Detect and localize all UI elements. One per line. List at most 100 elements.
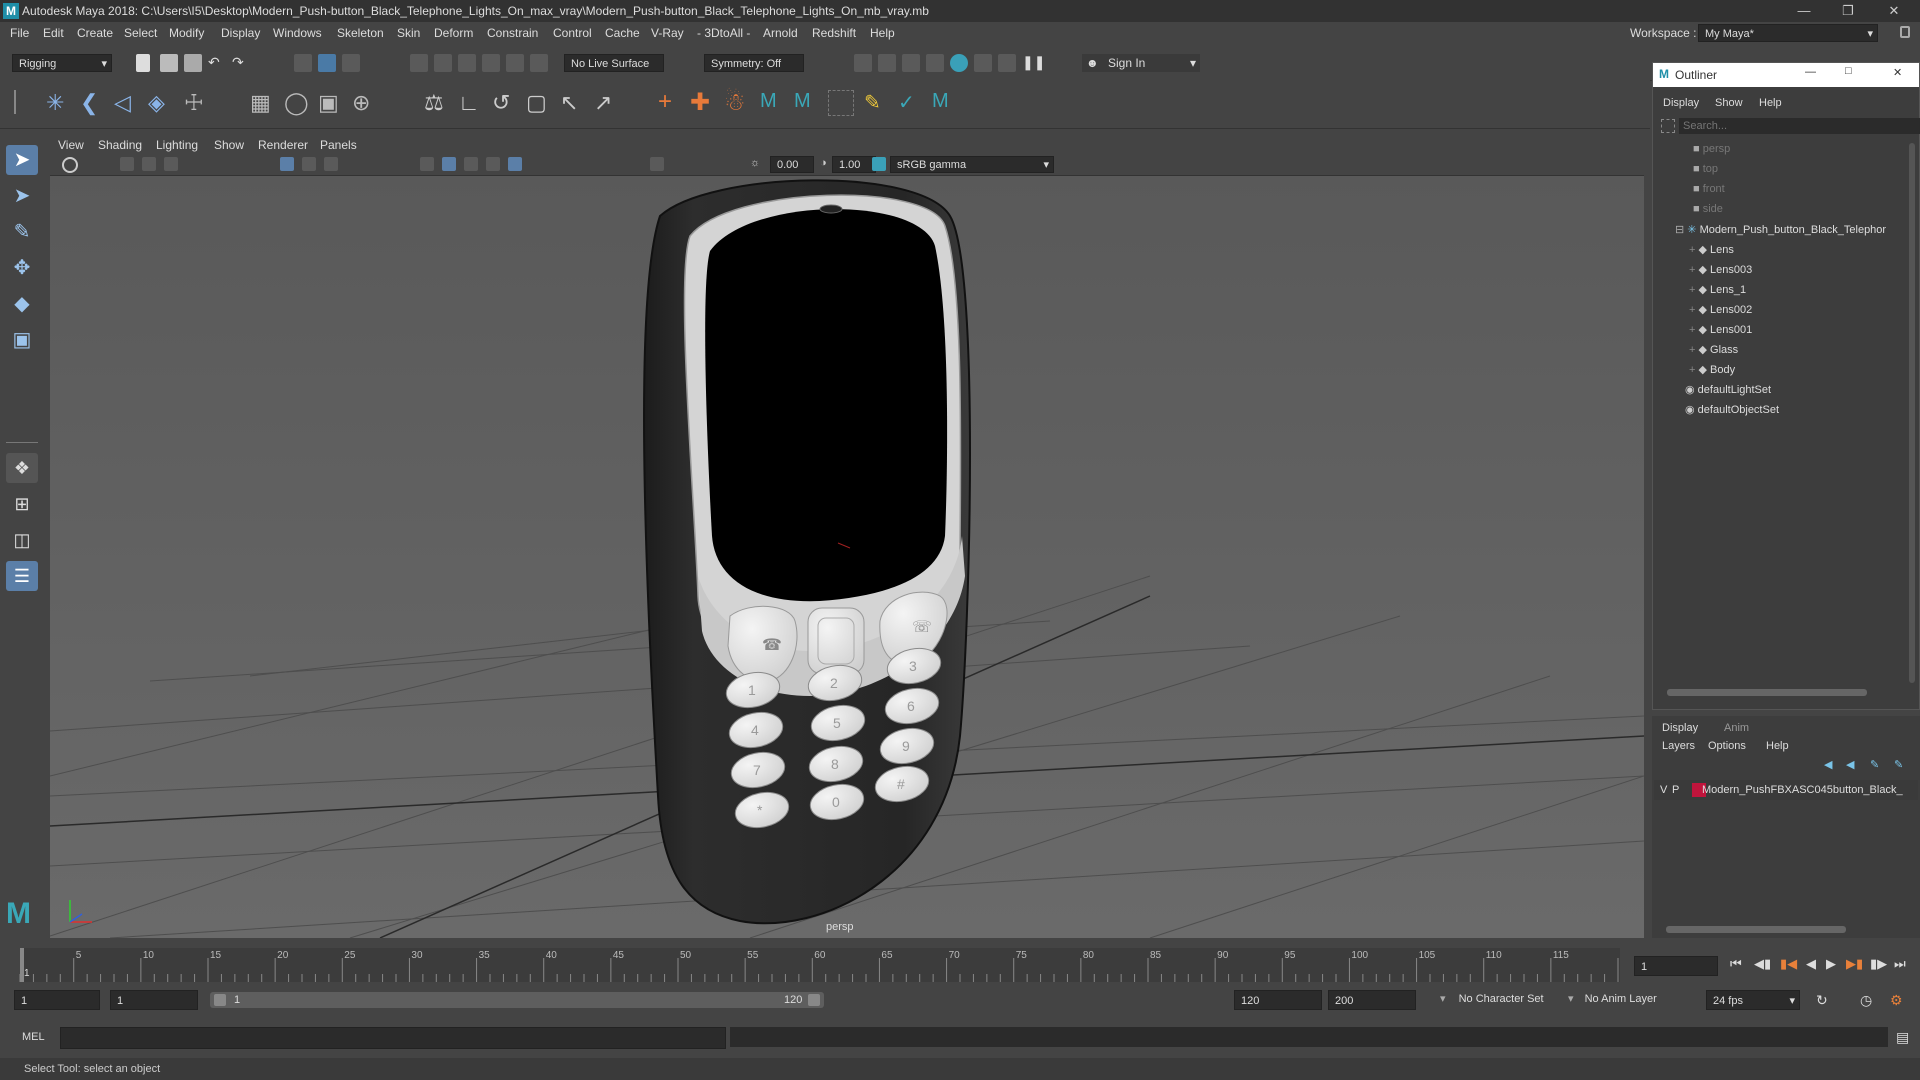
selection-set-icon[interactable] (828, 90, 854, 116)
expand-icon[interactable]: + (1689, 264, 1695, 276)
menu-skin[interactable]: Skin (397, 26, 420, 40)
select-hierarchy-icon[interactable] (294, 54, 312, 72)
exposure-field[interactable]: 0.00 (770, 156, 814, 173)
layer-menu-layers[interactable]: Layers (1662, 740, 1695, 752)
step-back-key-icon[interactable]: ◀▮ (1754, 956, 1771, 972)
cluster-icon[interactable]: ▣ (318, 90, 339, 116)
viewport-menu-renderer[interactable]: Renderer (258, 138, 308, 152)
wrap-deformer-icon[interactable]: ◯ (284, 90, 309, 116)
ik-handle-icon[interactable]: ❮ (80, 90, 98, 116)
outliner-item-default-light-set[interactable]: ◉ defaultLightSet (1685, 383, 1771, 396)
expand-icon[interactable]: + (1689, 304, 1695, 316)
snap-curve-icon[interactable] (434, 54, 452, 72)
select-component-icon[interactable] (342, 54, 360, 72)
fps-dropdown[interactable]: 24 fps ▾ (1706, 990, 1800, 1010)
layer-visibility-toggle[interactable]: V (1660, 784, 1667, 796)
color-space-dropdown[interactable]: sRGB gamma ▾ (890, 156, 1054, 173)
close-button[interactable]: ✕ (1874, 0, 1914, 22)
maximize-button[interactable]: □ (1845, 65, 1852, 77)
menu-modify[interactable]: Modify (169, 26, 204, 40)
range-end-handle[interactable] (808, 994, 820, 1006)
snap-grid-icon[interactable] (410, 54, 428, 72)
gamma-field[interactable]: 1.00 (832, 156, 876, 173)
expand-icon[interactable]: + (1689, 324, 1695, 336)
outliner-item-lens002[interactable]: + ◆ Lens002 (1689, 303, 1752, 316)
outliner-item-default-object-set[interactable]: ◉ defaultObjectSet (1685, 403, 1779, 416)
paint-weights-icon[interactable]: ☩ (184, 90, 204, 116)
menu-display[interactable]: Display (221, 26, 260, 40)
outliner-horizontal-scrollbar[interactable] (1667, 689, 1867, 696)
anim-layer-dropdown[interactable]: ▾ No Anim Layer (1568, 992, 1688, 1010)
animation-prefs-icon[interactable]: ⚙ (1890, 992, 1903, 1009)
paint-select-icon[interactable]: ✎ (6, 217, 38, 247)
animation-start-field[interactable]: 1 (14, 990, 100, 1010)
new-scene-icon[interactable] (136, 54, 150, 72)
new-layer-icon[interactable]: ✎ (1870, 758, 1879, 771)
hypershade-icon[interactable] (926, 54, 944, 72)
outliner-search-input[interactable] (1679, 118, 1920, 134)
nonlinear-icon[interactable]: ⊕ (352, 90, 370, 116)
textured-icon[interactable] (464, 157, 478, 171)
render-icon[interactable] (854, 54, 872, 72)
image-plane-icon[interactable] (164, 157, 178, 171)
single-perspective-layout-icon[interactable]: ❖ (6, 453, 38, 483)
layer-row[interactable]: V P Modern_PushFBXASC045button_Black_ (1654, 780, 1918, 800)
go-to-start-icon[interactable]: ⏮ (1730, 956, 1742, 972)
lattice-icon[interactable]: ▦ (250, 90, 271, 116)
go-to-end-icon[interactable]: ⏭ (1894, 956, 1906, 972)
menu-3dtoall[interactable]: - 3DtoAll - (697, 26, 750, 40)
menu-control[interactable]: Control (553, 26, 592, 40)
outliner-vertical-scrollbar[interactable] (1909, 143, 1915, 683)
outliner-item-side[interactable]: ■ side (1693, 203, 1723, 215)
range-start-handle[interactable] (214, 994, 226, 1006)
menu-cache[interactable]: Cache (605, 26, 640, 40)
bookmark-icon[interactable] (142, 157, 156, 171)
viewport-menu-shading[interactable]: Shading (98, 138, 142, 152)
grid-toggle-icon[interactable] (280, 157, 294, 171)
layer-playback-toggle[interactable]: P (1672, 784, 1679, 796)
open-scene-icon[interactable] (160, 54, 178, 72)
snap-view-icon[interactable] (482, 54, 500, 72)
expand-icon[interactable]: + (1689, 344, 1695, 356)
menu-arnold[interactable]: Arnold (763, 26, 798, 40)
scale-tool-icon[interactable]: ▣ (6, 325, 38, 355)
vray-framebuffer-icon[interactable] (974, 54, 992, 72)
expand-icon[interactable]: + (1689, 284, 1695, 296)
wireframe-icon[interactable] (420, 157, 434, 171)
save-scene-icon[interactable] (184, 54, 202, 72)
menu-vray[interactable]: V-Ray (651, 26, 684, 40)
minimize-button[interactable]: — (1805, 66, 1816, 78)
constraint-pole-icon[interactable]: ↗ (594, 90, 612, 116)
minimize-button[interactable]: — (1784, 0, 1824, 22)
pause-icon[interactable]: ❚❚ (1022, 54, 1045, 71)
human-ik-icon[interactable]: ☃ (724, 88, 746, 117)
joint-tool-icon[interactable]: ✳ (46, 90, 64, 116)
outliner-item-front[interactable]: ■ front (1693, 183, 1725, 195)
time-slider[interactable]: 5 10 15 20 25 30 35 40 45 50 55 60 65 70 75 80 85 90 95 100… (0, 944, 1920, 986)
outliner-menu-display[interactable]: Display (1663, 97, 1699, 109)
close-button[interactable]: ✕ (1893, 66, 1902, 79)
expand-icon[interactable]: + (1689, 364, 1695, 376)
isolate-select-icon[interactable] (650, 157, 664, 171)
workspace-dropdown[interactable]: My Maya* ▾ (1698, 24, 1878, 42)
playback-start-field[interactable]: 1 (110, 990, 198, 1010)
constraint-aim-icon[interactable]: ↖ (560, 90, 578, 116)
outliner-item-body[interactable]: + ◆ Body (1689, 363, 1735, 376)
menu-edit[interactable]: Edit (43, 26, 64, 40)
menu-file[interactable]: File (10, 26, 29, 40)
menu-create[interactable]: Create (77, 26, 113, 40)
animation-end-field[interactable]: 200 (1328, 990, 1416, 1010)
camera-select-icon[interactable] (62, 157, 78, 173)
shelf-menu-icon[interactable] (14, 90, 30, 114)
locator-icon[interactable]: + (658, 88, 672, 116)
menu-windows[interactable]: Windows (273, 26, 322, 40)
sign-in-button[interactable]: ☻ Sign In ▾ (1082, 54, 1200, 72)
perspective-viewport[interactable]: ☎ ☏ 1 2 3 4 5 6 7 8 9 * 0 # persp (50, 176, 1644, 938)
ik-spline-icon[interactable]: ◁ (114, 90, 131, 116)
select-object-icon[interactable] (318, 54, 336, 72)
expand-icon[interactable]: + (1689, 244, 1695, 256)
resolution-gate-icon[interactable] (324, 157, 338, 171)
outliner-item-lens-1[interactable]: + ◆ Lens_1 (1689, 283, 1746, 296)
menu-deform[interactable]: Deform (434, 26, 473, 40)
outliner-item-lens[interactable]: + ◆ Lens (1689, 243, 1734, 256)
